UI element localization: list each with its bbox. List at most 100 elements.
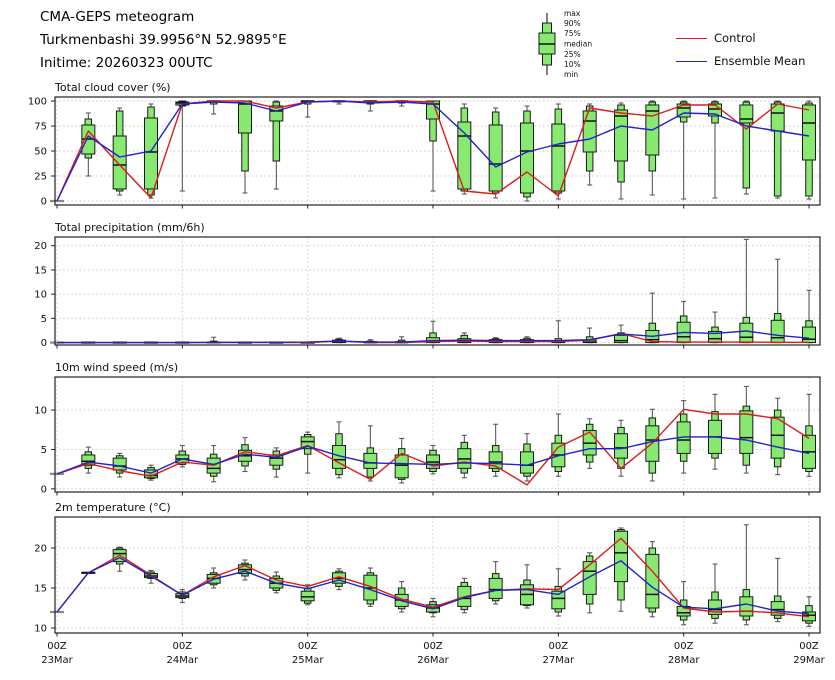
boxplot-group (646, 409, 659, 481)
boxplot-25-75 (803, 105, 816, 160)
boxplot-group (803, 597, 816, 627)
panel-border (55, 237, 820, 345)
boxplot-group (364, 568, 377, 606)
y-tick-label: 15 (34, 265, 47, 276)
x-tick-label-hour: 00Z (674, 641, 694, 652)
y-tick-label: 10 (34, 406, 47, 417)
boxplot-25-75 (771, 320, 784, 342)
x-tick-label-hour: 00Z (173, 641, 193, 652)
boxplot-group (583, 419, 596, 469)
legend-glyph-label: median (564, 40, 592, 49)
legend-glyph-label: 25% (564, 50, 581, 59)
boxplot-25-75 (615, 110, 628, 161)
boxplot-25-75 (771, 417, 784, 458)
boxplot-group (333, 422, 346, 478)
boxplot-group (615, 103, 628, 199)
boxplot-25-75 (489, 578, 502, 598)
boxplot-25-75 (740, 411, 753, 454)
boxplot-group (521, 434, 534, 481)
legend-control-label: Control (714, 31, 756, 45)
y-tick-label: 15 (34, 584, 47, 595)
y-tick-label: 5 (41, 445, 47, 456)
y-tick-label: 0 (41, 197, 47, 208)
boxplot-group (709, 394, 722, 469)
boxplot-group (552, 321, 565, 343)
boxplot-25-75 (145, 118, 158, 189)
boxplot-group (677, 301, 690, 342)
boxplot-group (239, 101, 252, 193)
legend-glyph-label: 75% (564, 29, 581, 38)
boxplot-group (583, 104, 596, 185)
x-tick-label-hour: 00Z (47, 641, 67, 652)
legend-glyph-label: 10% (564, 60, 581, 69)
legend-glyph-label: min (564, 70, 578, 79)
header: CMA-GEPS meteogram Turkmenbashi 39.9956°… (40, 6, 287, 75)
boxplot-group (740, 101, 753, 194)
boxplot-25-75 (740, 105, 753, 123)
boxplot-group (333, 569, 346, 590)
y-tick-label: 5 (41, 314, 47, 325)
boxplot-group (803, 290, 816, 342)
boxplot-group (395, 438, 408, 483)
boxplot-group (489, 108, 502, 198)
panel-title-temperature: 2m temperature (°C) (55, 501, 171, 514)
boxplot-group (771, 101, 784, 198)
meteogram-plot: 025507510005101520051010152000Z23Mar00Z2… (0, 0, 835, 680)
boxplot-25-75 (615, 434, 628, 458)
boxplot-25-75 (113, 458, 126, 470)
x-tick-label-hour: 00Z (423, 641, 443, 652)
panel-temperature: 101520 (34, 517, 820, 637)
x-tick-label-hour: 00Z (799, 641, 819, 652)
boxplot-group (740, 525, 753, 625)
boxplot-group (803, 101, 816, 199)
panel-wind-speed: 0510 (34, 377, 820, 496)
boxplot-group (427, 321, 440, 342)
y-tick-label: 50 (34, 147, 47, 158)
y-tick-label: 10 (34, 624, 47, 635)
panel-title-precipitation: Total precipitation (mm/6h) (55, 221, 205, 234)
boxplot-group (270, 572, 283, 593)
boxplot-25-75 (364, 453, 377, 468)
chart-init-time: Initime: 20260323 00UTC (40, 52, 287, 75)
ensemble-mean-line-sample (676, 61, 707, 62)
control-line-sample (676, 38, 707, 39)
x-tick-label-date: 29Mar (793, 655, 825, 666)
x-tick-label-date: 25Mar (292, 655, 324, 666)
boxplot-25-75 (646, 554, 659, 608)
legend-boxplot-glyph: max90%75%median25%10%min (539, 9, 592, 79)
legend-ensemble-label: Ensemble Mean (714, 54, 805, 68)
boxplot-group (740, 239, 753, 342)
y-tick-label: 10 (34, 290, 47, 301)
boxplot-25-75 (552, 124, 565, 191)
boxplot-25-75 (583, 111, 596, 152)
boxplot-25-75 (395, 455, 408, 478)
y-tick-label: 20 (34, 241, 47, 252)
boxplot-group (239, 560, 252, 580)
panel-border (55, 517, 820, 633)
boxplot-group (176, 101, 189, 191)
legend-glyph-label: max (564, 9, 581, 18)
boxplot-group (458, 104, 471, 194)
boxplot-25-75 (803, 327, 816, 342)
y-tick-label: 25 (34, 172, 47, 183)
x-tick-label-date: 28Mar (668, 655, 700, 666)
boxplot-group (646, 542, 659, 617)
panel-title-wind-speed: 10m wind speed (m/s) (55, 361, 178, 374)
chart-location: Turkmenbashi 39.9956°N 52.9895°E (40, 29, 287, 52)
boxplot-group (615, 528, 628, 611)
boxplot-25-75 (615, 335, 628, 342)
boxplot-25-75 (740, 323, 753, 342)
boxplot-group (301, 432, 314, 473)
boxplot-group (458, 435, 471, 478)
panel-border (55, 377, 820, 492)
boxplot-25-75 (521, 452, 534, 473)
boxplot-group (709, 312, 722, 343)
chart-title: CMA-GEPS meteogram (40, 6, 287, 29)
panel-title-cloud-cover: Total cloud cover (%) (55, 81, 171, 94)
y-tick-label: 100 (28, 97, 47, 108)
boxplot-25-75 (740, 597, 753, 616)
boxplot-group (740, 386, 753, 473)
boxplot-group (270, 448, 283, 477)
x-tick-label-hour: 00Z (549, 641, 569, 652)
boxplot-group (771, 259, 784, 342)
